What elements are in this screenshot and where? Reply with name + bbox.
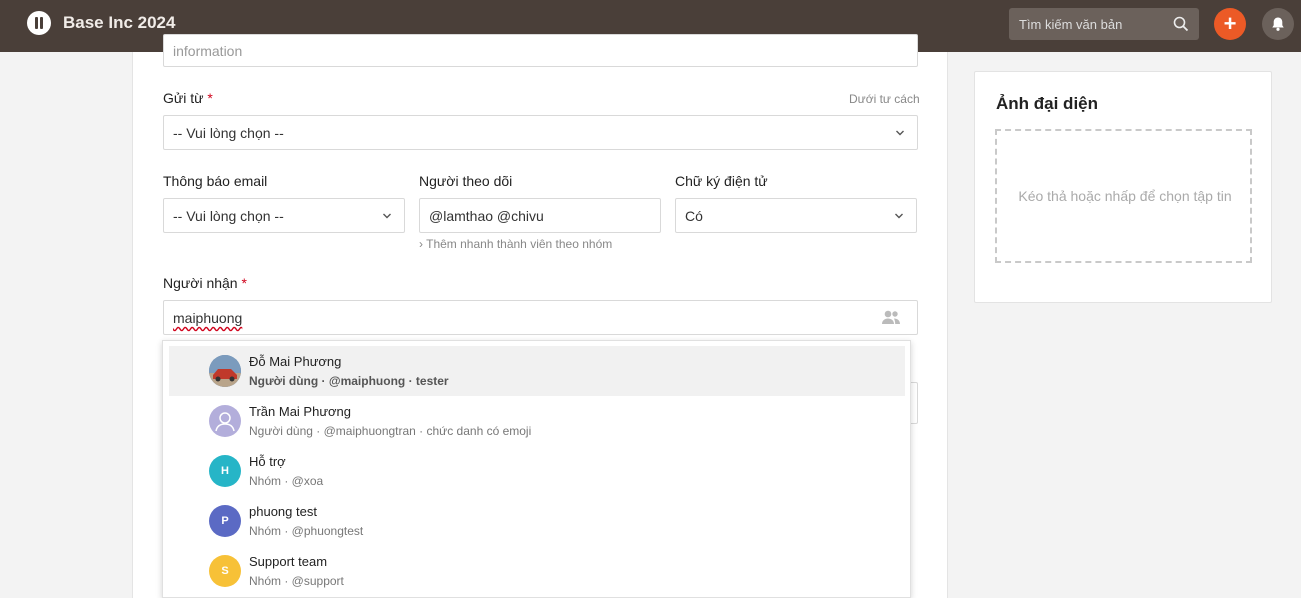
information-field[interactable]: information xyxy=(163,34,918,67)
suggestion-item[interactable]: P phuong test Nhóm · @phuongtest xyxy=(169,496,905,546)
suggestion-name: Đỗ Mai Phương xyxy=(249,354,342,369)
followers-input[interactable]: @lamthao @chivu xyxy=(419,198,661,233)
suggestion-name: Support team xyxy=(249,554,328,569)
recipient-input[interactable]: maiphuong xyxy=(163,300,918,335)
quick-add-group-link[interactable]: › Thêm nhanh thành viên theo nhóm xyxy=(419,237,612,251)
app-title[interactable]: Base Inc 2024 xyxy=(63,13,175,33)
suggestion-meta: Người dùng · @maiphuong · tester xyxy=(249,374,449,388)
send-from-select[interactable]: -- Vui lòng chọn -- xyxy=(163,115,918,150)
dropzone-text: Kéo thả hoặc nhấp để chọn tập tin xyxy=(1018,188,1232,204)
suggestion-meta: Nhóm · @phuongtest xyxy=(249,524,364,538)
search-box xyxy=(1009,8,1199,40)
suggestion-name: phuong test xyxy=(249,504,317,519)
suggestion-meta: Nhóm · @xoa xyxy=(249,474,324,488)
avatar: H xyxy=(209,455,241,487)
e-signature-select[interactable]: Có xyxy=(675,198,917,233)
suggestion-item[interactable]: S Support team Nhóm · @support xyxy=(169,546,905,596)
recipient-suggestions: Đỗ Mai Phương Người dùng · @maiphuong · … xyxy=(162,340,911,598)
group-users-icon[interactable] xyxy=(881,309,901,325)
suggestion-name: Trần Mai Phương xyxy=(249,404,352,419)
send-from-label: Gửi từ * xyxy=(163,90,213,106)
suggestion-item[interactable]: Đỗ Mai Phương Người dùng · @maiphuong · … xyxy=(169,346,905,396)
suggestion-name: Hỗ trợ xyxy=(249,454,286,469)
search-icon[interactable] xyxy=(1173,16,1189,32)
suggestion-meta: Người dùng · @maiphuongtran · chức danh … xyxy=(249,424,532,438)
add-button[interactable]: + xyxy=(1214,8,1246,40)
avatar-upload-title: Ảnh đại diện xyxy=(996,94,1098,113)
avatar xyxy=(209,355,241,387)
avatar: P xyxy=(209,505,241,537)
email-notify-select[interactable]: -- Vui lòng chọn -- xyxy=(163,198,405,233)
e-signature-label: Chữ ký điện tử xyxy=(675,173,768,189)
chevron-down-icon xyxy=(383,213,391,219)
information-field-value: information xyxy=(173,43,243,59)
chevron-down-icon xyxy=(895,213,903,219)
notifications-button[interactable] xyxy=(1262,8,1294,40)
bell-icon xyxy=(1272,17,1284,31)
user-placeholder-icon xyxy=(209,405,241,437)
chevron-down-icon xyxy=(896,130,904,136)
search-input[interactable] xyxy=(1009,8,1169,40)
file-dropzone[interactable]: Kéo thả hoặc nhấp để chọn tập tin xyxy=(995,129,1252,263)
suggestion-item[interactable]: Trần Mai Phương Người dùng · @maiphuongt… xyxy=(169,396,905,446)
app-logo-icon[interactable] xyxy=(27,11,51,35)
suggestion-meta: Nhóm · @support xyxy=(249,574,344,588)
email-notify-label: Thông báo email xyxy=(163,173,268,189)
suggestion-item[interactable]: H Hỗ trợ Nhóm · @xoa xyxy=(169,446,905,496)
recipient-label: Người nhận * xyxy=(163,275,247,291)
send-as-link[interactable]: Dưới tư cách xyxy=(849,92,920,106)
followers-label: Người theo dõi xyxy=(419,173,513,189)
avatar-upload-card: Ảnh đại diện Kéo thả hoặc nhấp để chọn t… xyxy=(974,71,1272,303)
avatar: S xyxy=(209,555,241,587)
